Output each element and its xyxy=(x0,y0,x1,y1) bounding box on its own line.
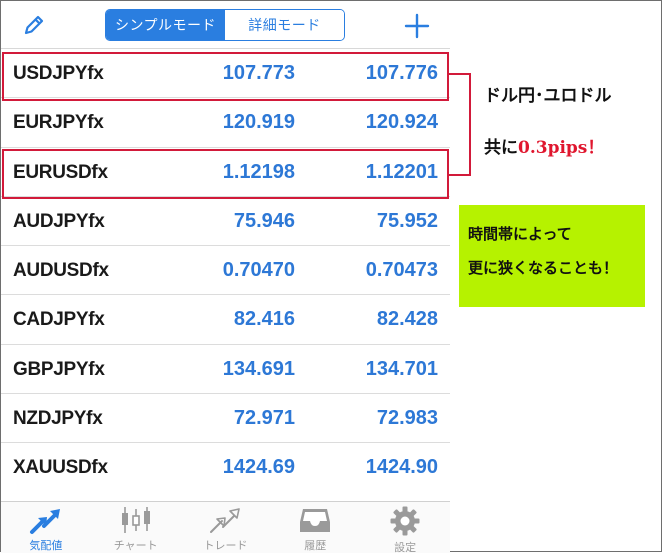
quote-row[interactable]: AUDJPYfx 75.946 75.952 xyxy=(1,197,450,247)
annotation-line: ドル円･ユロドル xyxy=(484,86,612,106)
symbol-name: AUDJPYfx xyxy=(13,210,105,232)
bid-price: 1.12198 xyxy=(222,160,295,183)
quotes-arrows-icon xyxy=(29,509,60,534)
ask-price: 1424.90 xyxy=(365,456,438,479)
tab-label: チャート xyxy=(113,539,158,552)
tab-label: 気配値 xyxy=(29,539,63,552)
pencil-icon xyxy=(24,15,44,35)
bid-price: 75.946 xyxy=(233,209,295,232)
bid-price: 1424.69 xyxy=(222,456,295,479)
inbox-tray-icon xyxy=(300,509,331,532)
ask-price: 1.12201 xyxy=(365,160,438,183)
symbol-name: NZDJPYfx xyxy=(13,408,103,430)
app-screen: シンプルモード 詳細モード USDJPYfx 107.773 107.776 E… xyxy=(1,1,450,554)
ask-price: 75.952 xyxy=(376,209,438,232)
symbol-name: EURJPYfx xyxy=(13,112,104,134)
ask-price: 82.428 xyxy=(376,308,438,331)
tab-label: 設定 xyxy=(394,541,417,554)
symbol-name: USDJPYfx xyxy=(13,63,104,84)
symbol-name: EURUSDfx xyxy=(13,161,108,183)
mode-segmented-control: シンプルモード 詳細モード xyxy=(105,9,345,41)
quote-row[interactable]: XAUUSDfx 1424.69 1424.90 xyxy=(1,443,450,492)
bid-price: 82.416 xyxy=(233,308,295,331)
add-symbol-button[interactable] xyxy=(401,10,433,42)
symbol-name: XAUUSDfx xyxy=(13,457,108,479)
annotation-highlight: 0.3pips！ xyxy=(518,138,605,158)
bid-price: 107.773 xyxy=(222,62,295,84)
ask-price: 72.983 xyxy=(376,407,438,430)
ask-price: 120.924 xyxy=(365,111,438,134)
tab-detail-mode[interactable]: 詳細モード xyxy=(225,10,344,40)
tab-trade[interactable]: トレード xyxy=(181,502,271,553)
annotation-text: 共に xyxy=(484,138,518,158)
plus-icon xyxy=(404,13,430,39)
gear-icon xyxy=(390,506,420,536)
top-bar: シンプルモード 詳細モード xyxy=(1,1,450,49)
bid-price: 0.70470 xyxy=(222,259,295,282)
ask-price: 134.701 xyxy=(365,357,438,380)
tab-quotes[interactable]: 気配値 xyxy=(1,502,91,553)
tab-simple-mode[interactable]: シンプルモード xyxy=(106,10,225,40)
trade-arrows-icon xyxy=(210,508,241,533)
annotation-line: 時間帯によって xyxy=(468,225,572,243)
tab-label: トレード xyxy=(203,539,248,552)
quote-row[interactable]: CADJPYfx 82.416 82.428 xyxy=(1,295,450,345)
edit-button[interactable] xyxy=(19,10,49,40)
ask-price: 107.776 xyxy=(365,62,438,84)
quote-row[interactable]: EURJPYfx 120.919 120.924 xyxy=(1,98,450,148)
quote-row[interactable]: GBPJPYfx 134.691 134.701 xyxy=(1,345,450,395)
quote-row[interactable]: EURUSDfx 1.12198 1.12201 xyxy=(1,148,450,197)
quote-list: USDJPYfx 107.773 107.776 EURJPYfx 120.91… xyxy=(1,49,450,493)
annotation-line: 共に0.3pips！ xyxy=(484,134,654,162)
bottom-tab-bar: 気配値 チャート トレード 履歴 設定 xyxy=(1,501,450,554)
candlestick-icon xyxy=(121,507,150,533)
quote-row[interactable]: NZDJPYfx 72.971 72.983 xyxy=(1,394,450,444)
tab-settings[interactable]: 設定 xyxy=(360,502,450,554)
bid-price: 72.971 xyxy=(233,407,295,430)
annotation-line: 更に狭くなることも！ xyxy=(468,259,619,277)
bid-price: 120.919 xyxy=(222,111,295,134)
annotation-time-note: 時間帯によって 更に狭くなることも！ xyxy=(459,205,645,307)
symbol-name: CADJPYfx xyxy=(13,309,105,331)
symbol-name: AUDUSDfx xyxy=(13,260,109,282)
tab-chart[interactable]: チャート xyxy=(91,502,181,553)
ask-price: 0.70473 xyxy=(365,259,438,282)
symbol-name: GBPJPYfx xyxy=(13,358,105,380)
quote-row[interactable]: AUDUSDfx 0.70470 0.70473 xyxy=(1,246,450,296)
tab-label: 履歴 xyxy=(304,539,327,552)
annotation-spread-note: ドル円･ユロドル 共に0.3pips！ xyxy=(484,82,654,162)
tab-history[interactable]: 履歴 xyxy=(270,502,360,553)
quote-row[interactable]: USDJPYfx 107.773 107.776 xyxy=(1,49,450,99)
bid-price: 134.691 xyxy=(222,357,295,380)
